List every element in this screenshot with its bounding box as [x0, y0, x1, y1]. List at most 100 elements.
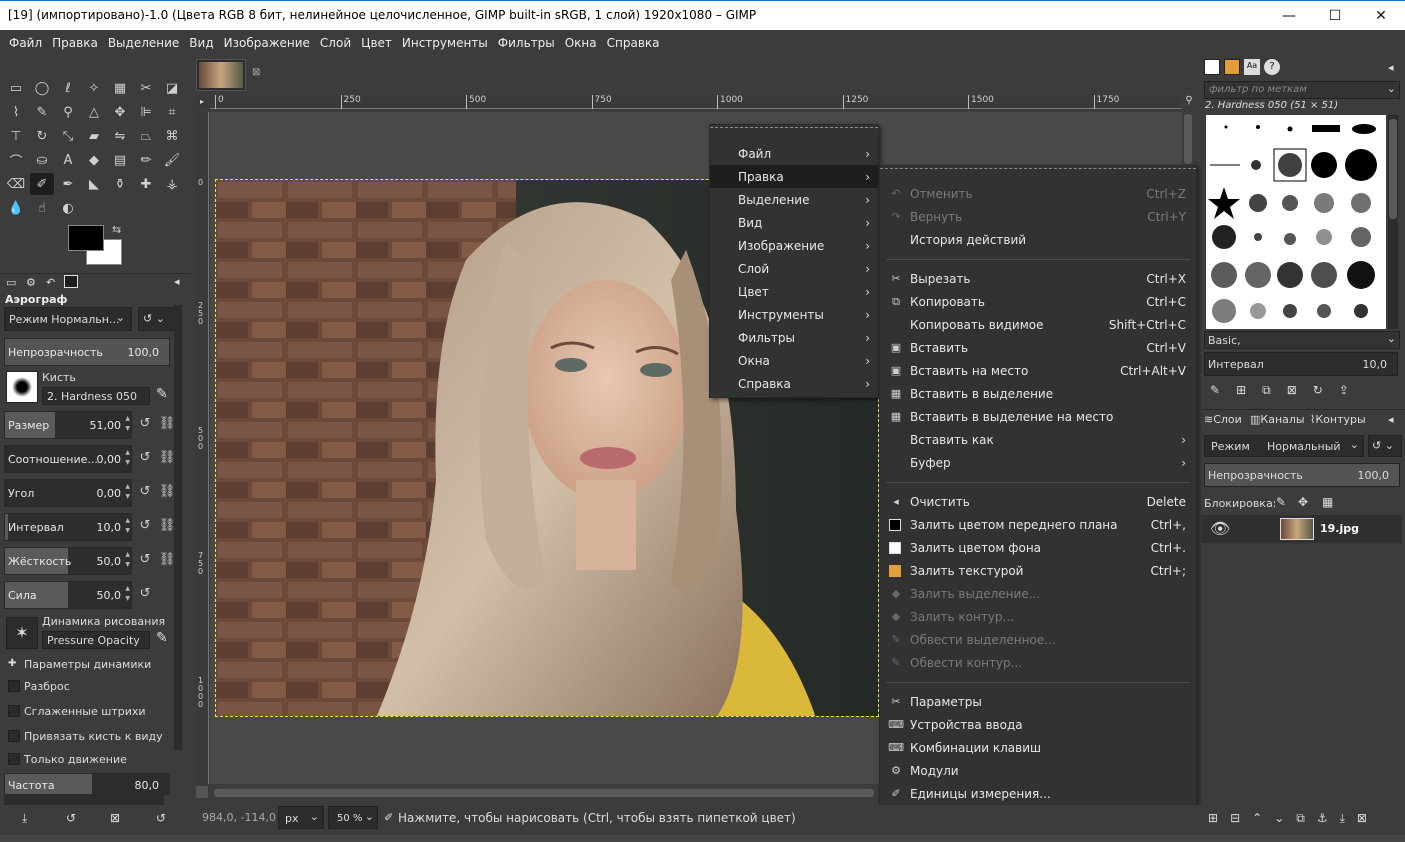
mypaint-brush-icon[interactable]: ◣: [82, 173, 106, 195]
menu-layer[interactable]: Слой: [315, 36, 356, 50]
edit-menu-item[interactable]: ⌨ Устройства ввода: [880, 713, 1196, 736]
duplicate-brush-icon[interactable]: ⧉: [1262, 383, 1271, 398]
image-tab[interactable]: [196, 59, 246, 91]
rate-slider[interactable]: Частота 80,0: [4, 773, 170, 795]
menu-windows[interactable]: Окна: [560, 36, 602, 50]
raise-layer-icon[interactable]: ⌃: [1252, 811, 1262, 826]
edit-menu-item[interactable]: ✂ Параметры: [880, 690, 1196, 713]
lock-alpha-icon[interactable]: ▦: [1322, 495, 1333, 509]
align-icon[interactable]: ⊫: [134, 101, 158, 123]
duplicate-layer-icon[interactable]: ⧉: [1296, 811, 1305, 826]
zoom-icon[interactable]: ⚲: [56, 101, 80, 123]
edit-menu-item[interactable]: ✐ Единицы измерения...: [880, 782, 1196, 805]
reset-value-icon[interactable]: ↺: [136, 586, 154, 604]
link-value-icon[interactable]: ⛓: [158, 450, 176, 468]
context-menu-item[interactable]: Окна ›: [710, 349, 878, 372]
brush-grid[interactable]: [1206, 115, 1386, 329]
edit-menu-item[interactable]: ⚙ Модули: [880, 759, 1196, 782]
perspective-clone-icon[interactable]: ⚶: [160, 173, 184, 195]
menu-select[interactable]: Выделение: [103, 36, 184, 50]
edit-menu-item[interactable]: Вставить как ›: [880, 428, 1196, 451]
slider-0[interactable]: Размер 51,00 ▲ ▼: [4, 411, 132, 439]
tool-options-tab-icon[interactable]: ▭: [6, 276, 16, 289]
edit-menu-item[interactable]: ⌨ Комбинации клавиш: [880, 736, 1196, 759]
measure-icon[interactable]: △: [82, 101, 106, 123]
text-tool-icon[interactable]: A: [56, 149, 80, 171]
slider-2[interactable]: Угол 0,00 ▲ ▼: [4, 479, 132, 507]
swap-colors-icon[interactable]: ⇆: [112, 223, 121, 236]
tab-channels[interactable]: ▥Каналы: [1250, 413, 1305, 426]
menu-colors[interactable]: Цвет: [356, 36, 397, 50]
context-menu-item[interactable]: Инструменты ›: [710, 303, 878, 326]
context-menu-item[interactable]: Изображение ›: [710, 234, 878, 257]
reset-value-icon[interactable]: ↺: [136, 484, 154, 502]
zoom-fit-icon[interactable]: ⚲: [1182, 95, 1196, 109]
dodge-burn-icon[interactable]: ◐: [56, 197, 80, 219]
brush-preset-select[interactable]: Basic, ⌄: [1204, 331, 1400, 349]
delete-brush-icon[interactable]: ⊠: [1287, 383, 1297, 398]
lock-pixels-icon[interactable]: ✎: [1276, 495, 1286, 509]
menu-view[interactable]: Вид: [184, 36, 218, 50]
tearoff-line[interactable]: [710, 127, 878, 128]
link-value-icon[interactable]: ⛓: [158, 416, 176, 434]
edit-menu-item[interactable]: ▦ Вставить в выделение: [880, 382, 1196, 405]
dynamics-options-label[interactable]: Параметры динамики: [24, 658, 151, 671]
brush-grid-scrollbar[interactable]: [1388, 115, 1398, 329]
perspective-icon[interactable]: ⏢: [134, 125, 158, 147]
clone-icon[interactable]: ⚱: [108, 173, 132, 195]
paintbrush-icon[interactable]: 🖌: [160, 149, 184, 171]
opacity-slider[interactable]: Непрозрачность 100,0: [4, 338, 170, 366]
new-layer-icon[interactable]: ⊞: [1208, 811, 1218, 826]
edit-menu-item[interactable]: ▣ Вставить Ctrl+V: [880, 336, 1196, 359]
tab-paths[interactable]: ⌇Контуры: [1310, 413, 1366, 426]
reset-options-icon[interactable]: ↺: [156, 811, 166, 825]
smooth-stroke-checkbox[interactable]: [8, 705, 20, 717]
tearoff-line[interactable]: [880, 168, 1196, 169]
new-layer-group-icon[interactable]: ⊟: [1230, 811, 1240, 826]
edit-menu-item[interactable]: ⧉ Копировать Ctrl+C: [880, 290, 1196, 313]
heal-icon[interactable]: ✚: [134, 173, 158, 195]
device-status-tab-icon[interactable]: ⚙: [26, 276, 36, 289]
reset-value-icon[interactable]: ↺: [136, 416, 154, 434]
reset-value-icon[interactable]: ↺: [136, 518, 154, 536]
brush-name-field[interactable]: 2. Hardness 050: [42, 387, 150, 405]
menu-help[interactable]: Справка: [602, 36, 665, 50]
gradient-icon[interactable]: ▤: [108, 149, 132, 171]
reset-value-icon[interactable]: ↺: [136, 450, 154, 468]
tag-filter-input[interactable]: фильтр по меткам ⌄: [1204, 81, 1400, 99]
patterns-tab-icon[interactable]: [1224, 59, 1240, 75]
mode-reset-button[interactable]: ↺ ⌄: [138, 307, 176, 331]
slider-3[interactable]: Интервал 10,0 ▲ ▼: [4, 513, 132, 541]
edit-menu-item[interactable]: ↶ Отменить Ctrl+Z: [880, 182, 1196, 205]
navigate-icon[interactable]: [196, 786, 208, 798]
anchor-layer-icon[interactable]: ⚓: [1317, 811, 1328, 826]
image-tab-close-icon[interactable]: ⊠: [252, 67, 260, 78]
fill-icon[interactable]: ◆: [82, 149, 106, 171]
shear-icon[interactable]: ▰: [82, 125, 106, 147]
lock-position-icon[interactable]: ✥: [1298, 495, 1308, 509]
flip-icon[interactable]: ⇋: [108, 125, 132, 147]
quick-mask-icon[interactable]: ▸: [195, 95, 209, 109]
color-select-icon[interactable]: ▦: [108, 77, 132, 99]
maximize-button[interactable]: ☐: [1312, 1, 1358, 31]
spin-arrows-icon[interactable]: ▲ ▼: [125, 550, 130, 570]
lower-layer-icon[interactable]: ⌄: [1274, 811, 1284, 826]
edit-menu-item[interactable]: Буфер ›: [880, 451, 1196, 474]
link-value-icon[interactable]: ⛓: [158, 484, 176, 502]
expand-icon[interactable]: ✚: [8, 658, 16, 669]
save-options-icon[interactable]: ⤓: [22, 811, 27, 826]
edit-menu-item[interactable]: ↷ Вернуть Ctrl+Y: [880, 205, 1196, 228]
eraser-icon[interactable]: ⌫: [4, 173, 28, 195]
unit-select[interactable]: px ⌄: [278, 806, 324, 829]
rotate-icon[interactable]: ↻: [30, 125, 54, 147]
options-scrollbar[interactable]: [4, 795, 164, 805]
link-value-icon[interactable]: ⛓: [158, 518, 176, 536]
blur-icon[interactable]: 💧: [4, 197, 28, 219]
ellipse-select-icon[interactable]: ◯: [30, 77, 54, 99]
context-menu-item[interactable]: Фильтры ›: [710, 326, 878, 349]
ink-icon[interactable]: ✒: [56, 173, 80, 195]
motion-only-checkbox[interactable]: [8, 753, 20, 765]
lock-brush-checkbox[interactable]: [8, 730, 20, 742]
zoom-select[interactable]: 50 % ⌄: [328, 806, 378, 829]
scissors-select-icon[interactable]: ✂: [134, 77, 158, 99]
